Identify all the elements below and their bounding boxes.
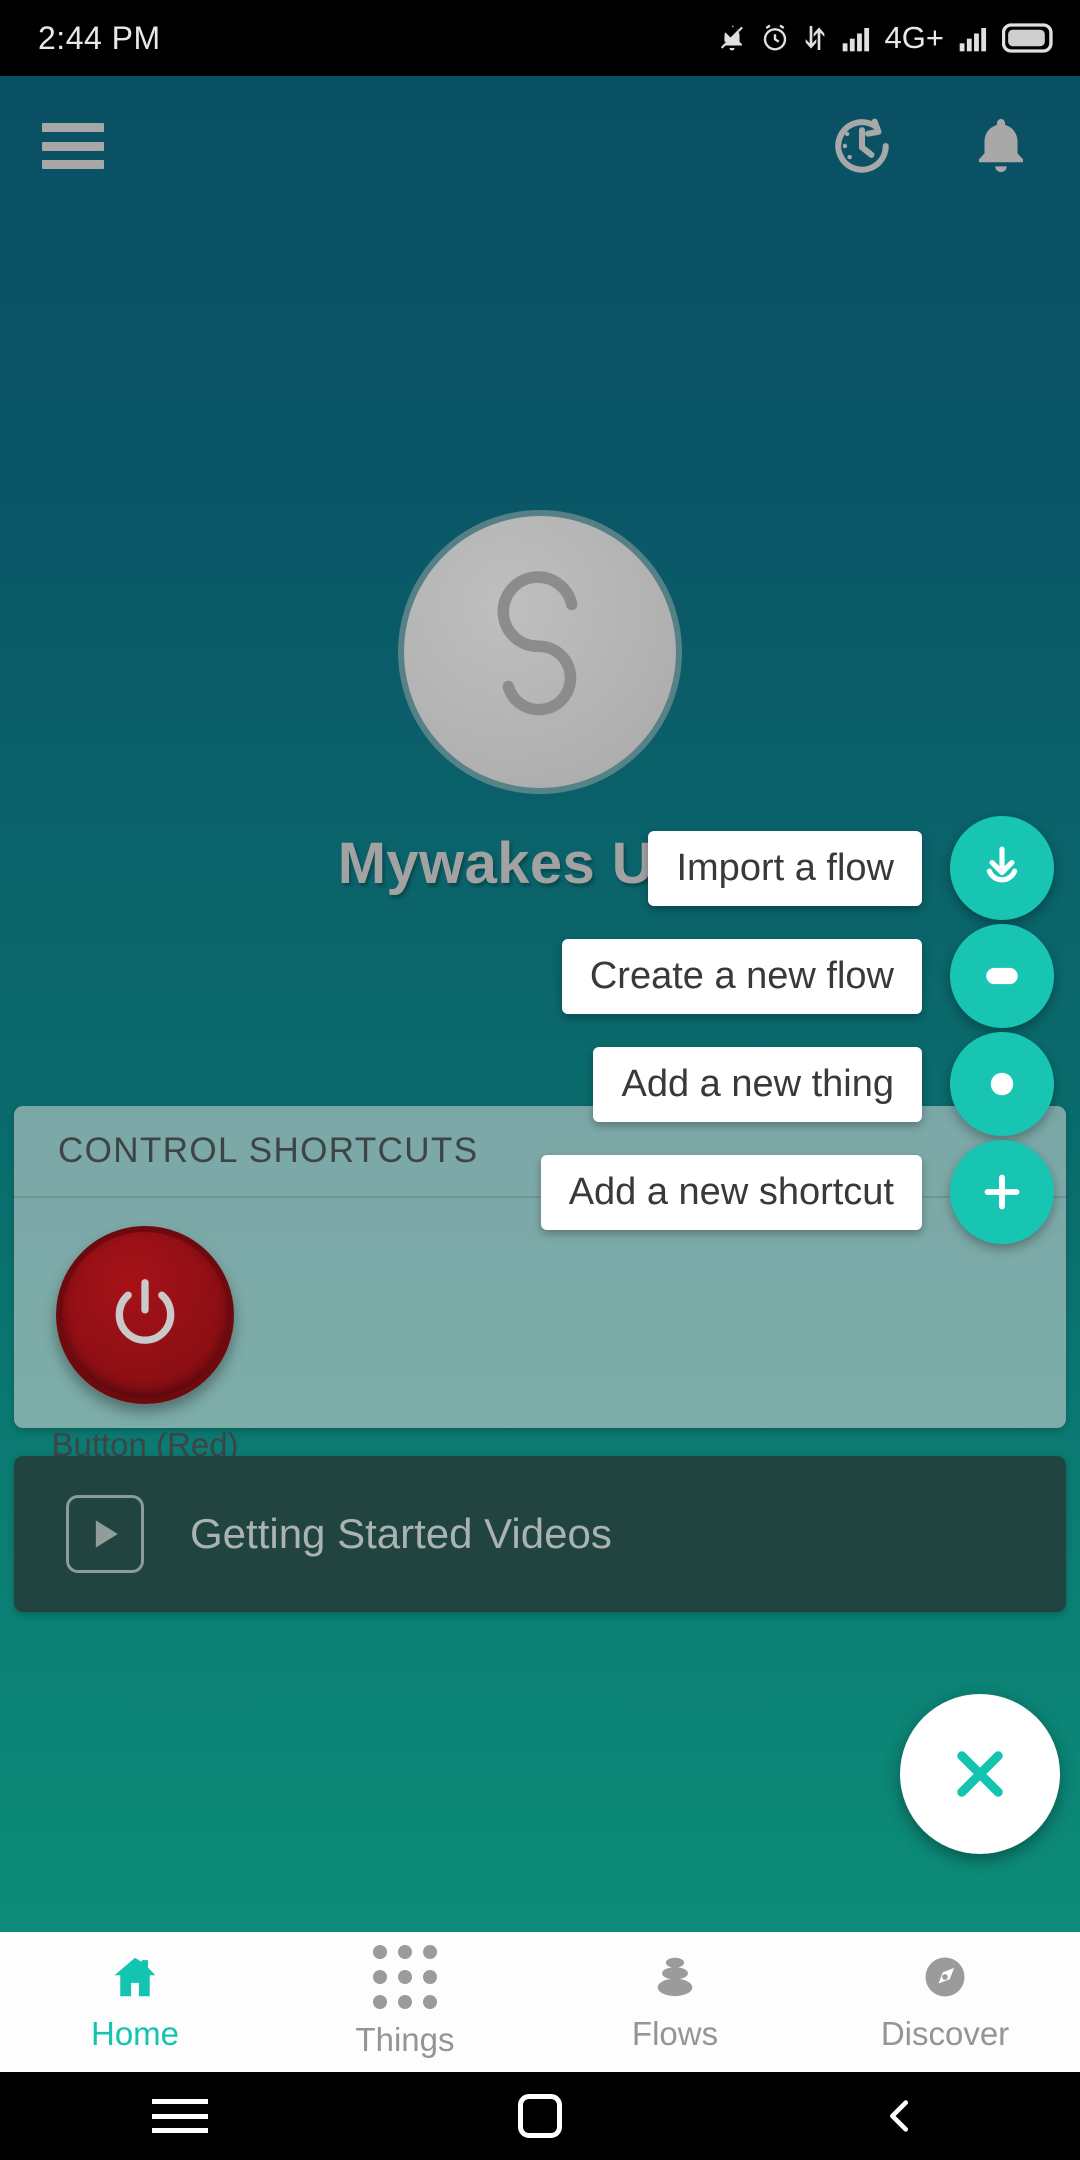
fab-action-add-a-new-thing[interactable]: Add a new thing <box>593 1032 1054 1136</box>
close-icon <box>957 1751 1003 1797</box>
fab-action-label[interactable]: Create a new flow <box>561 938 922 1014</box>
control-shortcuts-title: CONTROL SHORTCUTS <box>58 1131 479 1170</box>
clock-history-icon[interactable] <box>824 108 900 184</box>
compass-icon <box>925 1957 965 1997</box>
bottom-nav-item-things[interactable]: Things <box>270 1932 540 2072</box>
download-arrow-glyph <box>986 846 1018 883</box>
android-menu-icon[interactable] <box>120 2099 240 2133</box>
plus-glyph <box>984 1174 1020 1210</box>
play-triangle-icon <box>95 1520 118 1548</box>
bottom-nav-item-flows[interactable]: Flows <box>540 1932 810 2072</box>
play-icon[interactable] <box>66 1495 144 1573</box>
alarm-icon <box>763 24 786 51</box>
app-content: Mywakes User CONTROL SHORTCUTS Button (R… <box>0 76 1080 1932</box>
battery-icon <box>1002 23 1053 53</box>
fab-action-add-a-new-shortcut[interactable]: Add a new shortcut <box>540 1140 1054 1244</box>
fab-action-label[interactable]: Import a flow <box>648 830 922 906</box>
pill-icon[interactable] <box>950 924 1054 1028</box>
fab-action-create-a-new-flow[interactable]: Create a new flow <box>561 924 1054 1028</box>
power-button[interactable] <box>56 1226 234 1404</box>
bottom-nav-label: Flows <box>631 2015 719 2052</box>
power-icon <box>115 1279 175 1344</box>
shortcut-item-button-red[interactable]: Button (Red) <box>50 1226 240 1464</box>
getting-started-videos-label: Getting Started Videos <box>190 1510 612 1557</box>
bottom-nav-label: Home <box>90 2015 180 2052</box>
bottom-nav-label: Discover <box>880 2015 1010 2052</box>
app-bar-actions <box>824 108 1046 184</box>
user-avatar-s-logo <box>497 571 578 716</box>
plus-icon[interactable] <box>950 1140 1054 1244</box>
bottom-nav-item-home[interactable]: Home <box>0 1932 270 2072</box>
signal-bars-icon <box>842 28 869 52</box>
grid-dots-icon <box>373 1945 437 2009</box>
bottom-nav-item-discover[interactable]: Discover <box>810 1932 1080 2072</box>
getting-started-videos-card[interactable]: Getting Started Videos <box>14 1456 1066 1612</box>
android-home-glyph <box>518 2094 562 2138</box>
phone-screen: 2:44 PM 4G+ Mywakes User CONTROL SHORTCU… <box>0 0 1080 2160</box>
fab-main-close-button[interactable] <box>900 1694 1060 1854</box>
bell-icon[interactable] <box>968 108 1034 184</box>
bottom-nav-label: Things <box>355 2021 455 2058</box>
fab-action-label[interactable]: Add a new shortcut <box>540 1154 922 1230</box>
status-bar: 2:44 PM 4G+ <box>0 0 1080 76</box>
android-back-glyph <box>890 2100 909 2132</box>
avatar[interactable] <box>404 516 676 788</box>
stacked-stones-icon <box>657 1957 693 1997</box>
bell-muted-icon <box>720 25 743 51</box>
circle-dot-glyph <box>990 1072 1014 1096</box>
pill-glyph <box>986 967 1018 985</box>
bottom-navigation: Home Things Flows Discover <box>0 1932 1080 2072</box>
hamburger-menu-icon[interactable] <box>42 123 104 169</box>
circle-dot-icon[interactable] <box>950 1032 1054 1136</box>
android-back-icon[interactable] <box>840 2093 960 2139</box>
status-time: 2:44 PM <box>38 19 161 56</box>
data-transfer-icon <box>805 26 824 50</box>
android-home-icon[interactable] <box>480 2094 600 2138</box>
signal-bars-2-icon <box>959 28 987 52</box>
status-icon-group: 4G+ <box>717 20 1054 56</box>
home-icon <box>114 1957 156 1997</box>
app-bar <box>0 76 1080 216</box>
network-type-label: 4G+ <box>884 20 944 55</box>
fab-action-import-a-flow[interactable]: Import a flow <box>648 816 1054 920</box>
download-icon[interactable] <box>950 816 1054 920</box>
fab-action-label[interactable]: Add a new thing <box>593 1046 922 1122</box>
android-menu-glyph <box>152 2099 208 2133</box>
android-system-nav <box>0 2072 1080 2160</box>
